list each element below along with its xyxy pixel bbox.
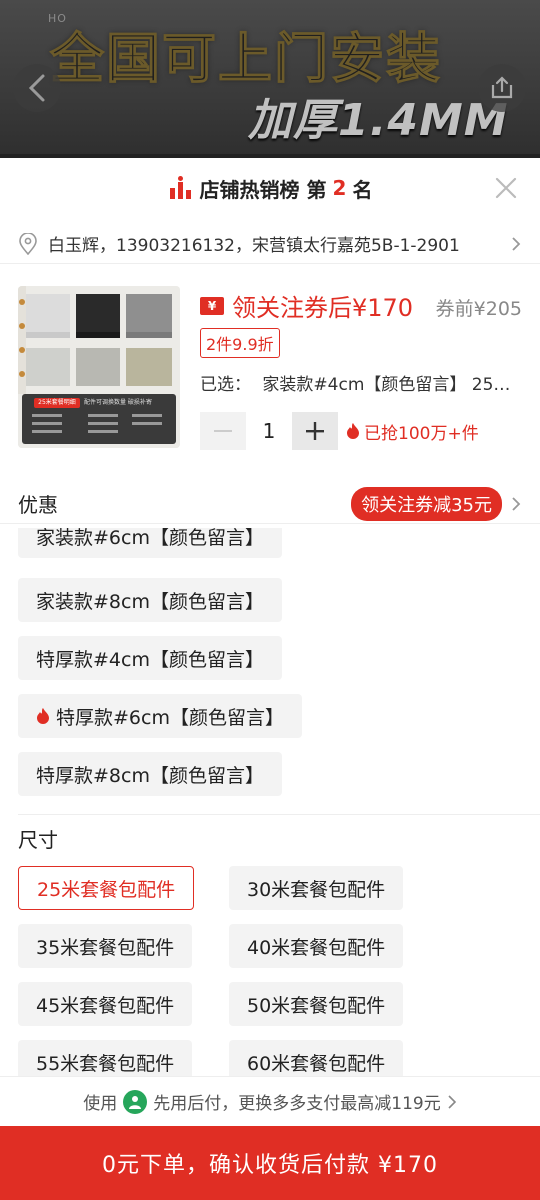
rank-prefix: 店铺热销榜 第 [199,177,327,202]
pay-prefix: 使用 [83,1094,118,1114]
close-button[interactable] [492,174,520,202]
size-option-selected[interactable]: 25米套餐包配件 [18,866,195,910]
hero-subline: 加厚1.4MM [248,95,509,146]
increase-quantity-button[interactable] [292,412,338,450]
sold-count: 已抢100万+件 [346,419,479,444]
selected-label: 已选： [200,375,251,395]
size-option-label: 30米套餐包配件 [247,878,386,901]
selected-value: 家装款#4cm【颜色留言】 25米套餐包配件 [262,375,522,395]
style-option-label: 特厚款#6cm【颜色留言】 [56,706,284,729]
size-option-label: 55米套餐包配件 [36,1052,175,1075]
thumbnail-banner-note: 配件可调换数量 破损补寄 [84,399,152,406]
style-option-label: 特厚款#8cm【颜色留言】 [36,764,264,787]
size-option-label: 45米套餐包配件 [36,994,175,1017]
size-option[interactable]: 55米套餐包配件 [18,1040,193,1076]
original-price: 券前¥205 [435,298,522,320]
hero-headline: 全国可上门安装 [50,27,442,91]
size-option-label: 25米套餐包配件 [37,878,176,901]
shop-rank-header: 店铺热销榜 第 2 名 [0,158,540,218]
address-text: 白玉辉，13903216132，宋营镇太行嘉苑5B-1-2901 [48,236,460,256]
size-option[interactable]: 50米套餐包配件 [229,982,404,1026]
size-option-label: 60米套餐包配件 [247,1052,386,1075]
size-option[interactable]: 30米套餐包配件 [229,866,404,910]
product-thumbnail[interactable]: 25米套餐明细 配件可调换数量 破损补寄 [18,286,180,448]
style-option[interactable]: 家装款#6cm【颜色留言】 [18,528,282,558]
size-option[interactable]: 35米套餐包配件 [18,924,193,968]
quantity-value[interactable]: 1 [246,419,292,443]
style-option-label: 家装款#6cm【颜色留言】 [36,528,264,549]
sold-text: 已抢100万+件 [364,423,479,444]
rank-suffix: 名 [352,177,373,202]
minus-icon [214,430,232,432]
bar-chart-icon [169,176,191,199]
size-option-label: 50米套餐包配件 [247,994,386,1017]
share-button[interactable] [478,64,526,112]
flame-icon [347,423,359,439]
sku-sheet: 店铺热销榜 第 2 名 白玉辉，13903216132，宋营镇太行嘉苑5B-1-… [0,158,540,1200]
plus-icon [306,422,324,440]
style-option-label: 特厚款#4cm【颜色留言】 [36,648,264,671]
pay-later-text: 先用后付，更换多多支付最高减119元 [153,1094,441,1114]
product-summary: 25米套餐明细 配件可调换数量 破损补寄 ¥ 领关注券后¥170 券前¥205 … [0,286,540,456]
size-option-label: 40米套餐包配件 [247,936,386,959]
style-option-label: 家装款#8cm【颜色留言】 [36,590,264,613]
size-option[interactable]: 40米套餐包配件 [229,924,404,968]
share-icon [491,76,513,99]
style-option[interactable]: 特厚款#4cm【颜色留言】 [18,636,282,680]
rank-title: 店铺热销榜 第 2 名 [168,174,373,203]
back-button[interactable] [13,64,61,112]
selected-sku: 已选： 家装款#4cm【颜色留言】 25米套餐包配件 [200,370,522,395]
price-line: ¥ 领关注券后¥170 [200,288,413,323]
pay-later-bar[interactable]: 使用 先用后付，更换多多支付最高减119元 [0,1076,540,1126]
close-icon [495,177,517,199]
style-option[interactable]: 特厚款#8cm【颜色留言】 [18,752,282,796]
flame-icon [37,708,49,724]
sku-options[interactable]: 家装款#6cm【颜色留言】 家装款#8cm【颜色留言】 特厚款#4cm【颜色留言… [0,528,540,1076]
shipping-address-row[interactable]: 白玉辉，13903216132，宋营镇太行嘉苑5B-1-2901 [0,224,540,264]
place-order-button[interactable]: 0元下单，确认收货后付款 ¥170 [0,1126,540,1200]
thumbnail-banner: 25米套餐明细 [38,399,76,406]
style-option[interactable]: 特厚款#6cm【颜色留言】 [18,694,302,738]
quantity-stepper: 1 已抢100万+件 [200,412,479,450]
promotion-badge[interactable]: 领关注券减35元 [351,486,502,521]
coupon-price: 领关注券后¥170 [232,294,414,322]
decrease-quantity-button[interactable] [200,412,246,450]
chevron-right-icon [448,1094,456,1109]
section-divider [18,814,540,815]
thumbnail-art [18,286,180,448]
style-option[interactable]: 家装款#8cm【颜色留言】 [18,578,282,622]
location-pin-icon [19,232,37,255]
chevron-right-icon [512,496,521,511]
size-option[interactable]: 60米套餐包配件 [229,1040,404,1076]
coupon-icon: ¥ [200,296,224,315]
promotion-label: 优惠 [18,493,58,517]
size-section-title: 尺寸 [18,828,58,852]
size-option[interactable]: 45米套餐包配件 [18,982,193,1026]
product-hero-image: HO 全国可上门安装 加厚1.4MM [0,0,540,160]
pay-later-icon [123,1089,148,1114]
discount-tag: 2件9.9折 [200,328,280,358]
person-check-icon [129,1095,142,1109]
promotion-row[interactable]: 优惠 领关注券减35元 [0,484,540,524]
size-option-label: 35米套餐包配件 [36,936,175,959]
rank-number: 2 [332,176,347,200]
chevron-left-icon [28,74,45,102]
chevron-right-icon [512,236,521,251]
